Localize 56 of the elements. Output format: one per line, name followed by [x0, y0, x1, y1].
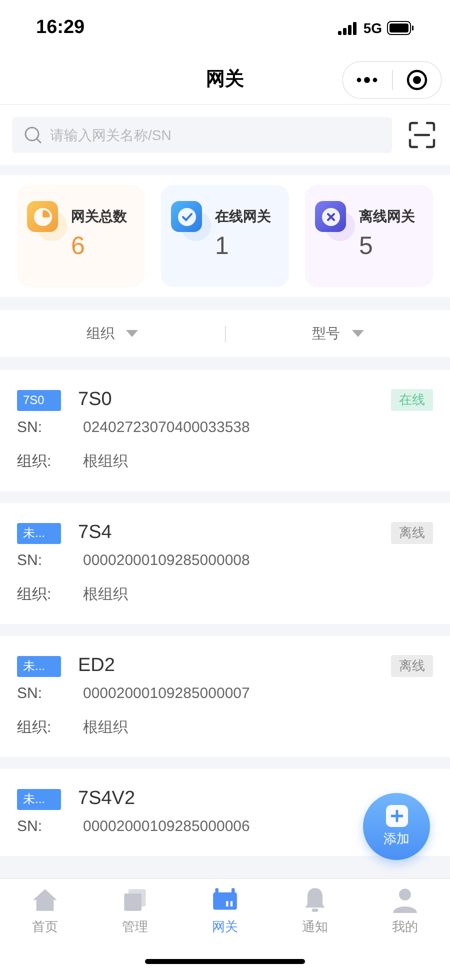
gateway-card[interactable]: 未... ED2 离线 SN: 00002000109285000007 组织: 根组织 — [0, 636, 450, 757]
model-tag: 未... — [17, 522, 61, 544]
gateway-name: 7S4V2 — [78, 786, 136, 811]
field-value: 00002000109285000007 — [83, 684, 250, 704]
field-value: 根组织 — [83, 584, 128, 605]
field-label: SN: — [17, 816, 44, 837]
filter-dropdown[interactable]: 型号 — [312, 323, 364, 344]
field-value: 00002000109285000008 — [83, 550, 250, 571]
field-label: 组织: — [17, 718, 52, 738]
gateway-name: ED2 — [78, 654, 116, 678]
caret-icon — [352, 330, 364, 337]
stat-value: 5 — [359, 231, 374, 262]
filter-dropdown[interactable]: 组织 — [86, 323, 138, 344]
status-time: 16:29 — [36, 16, 85, 40]
stat-label: 在线网关 — [215, 207, 271, 225]
x-circle-icon — [315, 201, 355, 241]
gateway-name: 7S0 — [78, 388, 113, 412]
tab-item[interactable]: 通知 — [270, 887, 360, 936]
stat-label: 离线网关 — [359, 207, 415, 225]
field-label: SN: — [17, 418, 44, 438]
gateway-name: 7S4 — [78, 520, 113, 545]
model-tag: 未... — [17, 788, 61, 810]
router-icon — [212, 887, 238, 913]
page-title: 网关 — [206, 68, 244, 92]
gateway-card[interactable]: 7S0 7S0 在线 SN: 02402723070400033538 组织: 根组织 — [0, 370, 450, 491]
field-value: 根组织 — [83, 718, 128, 738]
stacked-pages-icon — [122, 887, 148, 913]
field-label: SN: — [17, 684, 44, 704]
stat-value: 1 — [215, 231, 230, 262]
field-label: SN: — [17, 550, 44, 571]
model-tag: 未... — [17, 656, 61, 676]
status-badge: 离线 — [391, 655, 433, 677]
signal-icon — [338, 21, 358, 35]
field-label: 组织: — [17, 584, 52, 605]
model-tag: 7S0 — [17, 390, 61, 410]
field-value: 00002000109285000006 — [83, 816, 250, 837]
network-label: 5G — [363, 18, 382, 38]
stat-value: 6 — [71, 231, 86, 262]
scan-icon[interactable] — [408, 121, 436, 149]
search-icon — [24, 126, 42, 144]
status-badge: 离线 — [391, 522, 433, 544]
stat-label: 网关总数 — [71, 207, 127, 225]
status-badge: 在线 — [391, 389, 433, 411]
caret-icon — [126, 330, 138, 337]
gateway-card[interactable]: 未... 7S4 离线 SN: 00002000109285000008 组织: 根组织 — [0, 503, 450, 624]
person-icon — [392, 887, 418, 913]
field-label: 组织: — [17, 452, 52, 472]
check-circle-icon — [171, 201, 211, 241]
battery-icon — [387, 21, 414, 35]
tab-item[interactable]: 网关 — [180, 887, 270, 936]
pie-chart-icon — [27, 201, 67, 241]
home-icon — [32, 887, 58, 913]
plus-icon — [386, 804, 408, 827]
field-value: 02402723070400033538 — [83, 418, 250, 438]
field-value: 根组织 — [83, 452, 128, 472]
search-field[interactable]: 请输入网关名称/SN — [12, 117, 392, 153]
